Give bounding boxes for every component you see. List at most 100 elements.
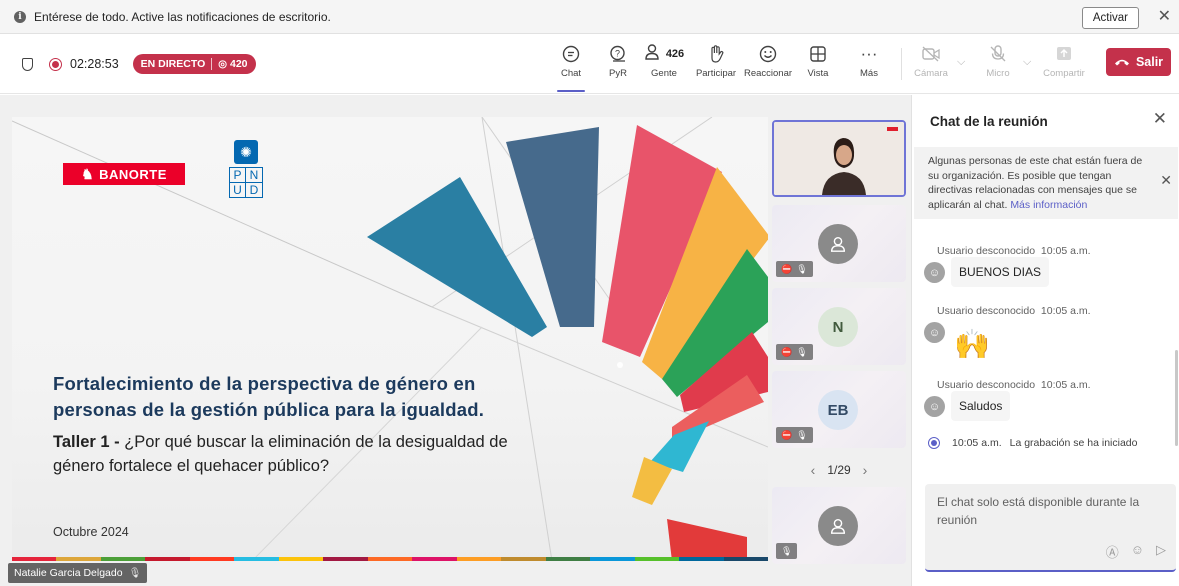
avatar-person-icon: [818, 506, 858, 546]
sdg-color-stripe: [12, 557, 768, 561]
camera-off-icon: [921, 42, 941, 66]
banorte-mark-icon: ♞: [81, 165, 95, 182]
chat-compose-box[interactable]: El chat solo está disponible durante la …: [925, 484, 1176, 572]
chat-button[interactable]: Chat: [545, 42, 597, 92]
meeting-status: 02:28:53 EN DIRECTO ◎ 420: [22, 54, 256, 74]
qa-button[interactable]: ? PyR: [592, 42, 644, 86]
dismiss-warning-icon[interactable]: ✕: [1160, 173, 1172, 188]
more-icon: ···: [860, 44, 878, 63]
mic-button[interactable]: Micro: [972, 42, 1024, 86]
grid-view-icon: [808, 42, 828, 66]
people-button[interactable]: 426 Gente: [638, 42, 690, 86]
live-badge: EN DIRECTO ◎ 420: [132, 54, 256, 74]
camera-off-icon: ⛔: [781, 346, 793, 357]
mic-options-chevron-icon[interactable]: ⌵: [1023, 56, 1031, 69]
activate-button[interactable]: Activar: [1081, 7, 1139, 29]
presenter-name-tag: Natalie Garcia Delgado 🎙︎: [8, 563, 148, 583]
chat-scrollbar[interactable]: [1175, 350, 1178, 446]
avatar-initials: N: [818, 307, 858, 347]
meeting-timer: 02:28:53: [70, 57, 119, 71]
meeting-stage: ♞ BANORTE ✺ P N U D Fortalecimiento de l…: [0, 95, 911, 586]
teams-meeting-window: i Entérese de todo. Active las notificac…: [0, 0, 1179, 586]
participant-video: [774, 122, 904, 195]
mic-off-icon: 🎙︎: [796, 429, 808, 440]
recording-icon: [928, 437, 940, 449]
people-icon: [644, 42, 664, 67]
camera-options-chevron-icon[interactable]: ⌵: [957, 56, 965, 69]
more-button[interactable]: ··· Más: [843, 42, 895, 86]
pager-label: 1/29: [827, 463, 851, 477]
participant-tile[interactable]: 🎙︎: [772, 487, 906, 564]
phone-hangup-icon: [1114, 55, 1130, 70]
viewers-icon: ◎: [218, 58, 227, 70]
next-page-icon[interactable]: ›: [863, 462, 868, 478]
previous-page-icon[interactable]: ‹: [811, 462, 816, 478]
mic-off-icon: 🎙︎: [796, 346, 808, 357]
tile-status-badges: ⛔ 🎙︎: [776, 344, 813, 360]
live-label: EN DIRECTO: [140, 58, 206, 70]
mic-off-icon: 🎙︎: [796, 263, 808, 274]
close-notification-icon[interactable]: ✕: [1158, 6, 1171, 26]
avatar-person-icon: ☺: [924, 396, 945, 417]
mic-muted-icon: 🎙︎: [128, 567, 142, 579]
hand-icon: [706, 42, 726, 66]
compose-placeholder: El chat solo está disponible durante la …: [937, 495, 1140, 527]
recording-icon: [49, 57, 62, 71]
slide-title: Fortalecimiento de la perspectiva de gén…: [53, 373, 485, 420]
participant-tile[interactable]: N ⛔ 🎙︎: [772, 288, 906, 365]
info-icon: i: [14, 10, 26, 23]
un-emblem-icon: ✺: [234, 140, 258, 164]
share-icon: [1054, 42, 1074, 66]
participant-tile-video[interactable]: [772, 120, 906, 197]
notification-text: Entérese de todo. Active las notificacio…: [34, 9, 331, 24]
message-meta: Usuario desconocido 10:05 a.m.: [937, 379, 1091, 391]
tile-status-badges: ⛔ 🎙︎: [776, 261, 813, 277]
camera-button[interactable]: Cámara: [905, 42, 957, 86]
mic-off-icon: [988, 42, 1008, 66]
raised-hands-emoji[interactable]: 🙌: [954, 328, 990, 362]
avatar-person-icon: ☺: [924, 322, 945, 343]
qa-icon: ?: [608, 42, 628, 66]
banorte-logo: ♞ BANORTE: [63, 163, 185, 185]
pnud-logo: ✺ P N U D: [229, 140, 263, 198]
message-bubble[interactable]: Saludos: [951, 391, 1011, 421]
avatar-person-icon: ☺: [924, 262, 945, 283]
react-button[interactable]: Reaccionar: [742, 42, 794, 86]
message-meta: Usuario desconocido 10:05 a.m.: [937, 305, 1091, 317]
tile-status-badges: 🎙︎: [776, 543, 798, 559]
svg-text:?: ?: [615, 49, 620, 59]
chat-title: Chat de la reunión: [930, 114, 1048, 129]
raise-hand-button[interactable]: Participar: [690, 42, 742, 86]
notification-bar: i Entérese de todo. Active las notificac…: [0, 0, 1179, 34]
smiley-icon: [758, 42, 778, 66]
slide-subtitle: Taller 1 - ¿Por qué buscar la eliminació…: [53, 433, 508, 475]
meeting-toolbar: 02:28:53 EN DIRECTO ◎ 420 Chat ? PyR 426…: [0, 34, 1179, 94]
viewer-count: 420: [229, 58, 248, 70]
chat-panel: Chat de la reunión ✕ Algunas personas de…: [911, 95, 1179, 586]
camera-off-icon: ⛔: [781, 429, 793, 440]
shared-slide: ♞ BANORTE ✺ P N U D Fortalecimiento de l…: [12, 117, 768, 561]
participant-tile[interactable]: ⛔ 🎙︎: [772, 205, 906, 282]
share-button[interactable]: Compartir: [1038, 42, 1090, 86]
camera-off-icon: ⛔: [781, 263, 793, 274]
more-info-link[interactable]: Más información: [1010, 199, 1087, 211]
participant-tile[interactable]: EB ⛔ 🎙︎: [772, 371, 906, 448]
leave-button[interactable]: Salir: [1106, 48, 1171, 76]
chat-icon: [561, 42, 581, 66]
send-icon[interactable]: ▷: [1156, 542, 1166, 561]
message-bubble[interactable]: BUENOS DIAS: [951, 257, 1050, 287]
recording-started-notice: 10:05 a.m. La grabación se ha iniciado: [928, 437, 1137, 449]
shield-icon: [22, 57, 33, 71]
slide-date: Octubre 2024: [53, 525, 129, 539]
tile-pager: ‹ 1/29 ›: [772, 459, 906, 481]
tile-status-badges: ⛔ 🎙︎: [776, 427, 813, 443]
message-meta: Usuario desconocido 10:05 a.m.: [937, 245, 1091, 257]
avatar-person-icon: [818, 224, 858, 264]
emoji-icon[interactable]: ☺: [1131, 542, 1144, 561]
external-warning-banner: Algunas personas de este chat están fuer…: [914, 147, 1178, 219]
toolbar-divider: [901, 48, 902, 80]
avatar-initials: EB: [818, 390, 858, 430]
close-chat-icon[interactable]: ✕: [1153, 109, 1167, 129]
format-icon[interactable]: Ⓐ: [1106, 542, 1119, 561]
view-button[interactable]: Vista: [792, 42, 844, 86]
